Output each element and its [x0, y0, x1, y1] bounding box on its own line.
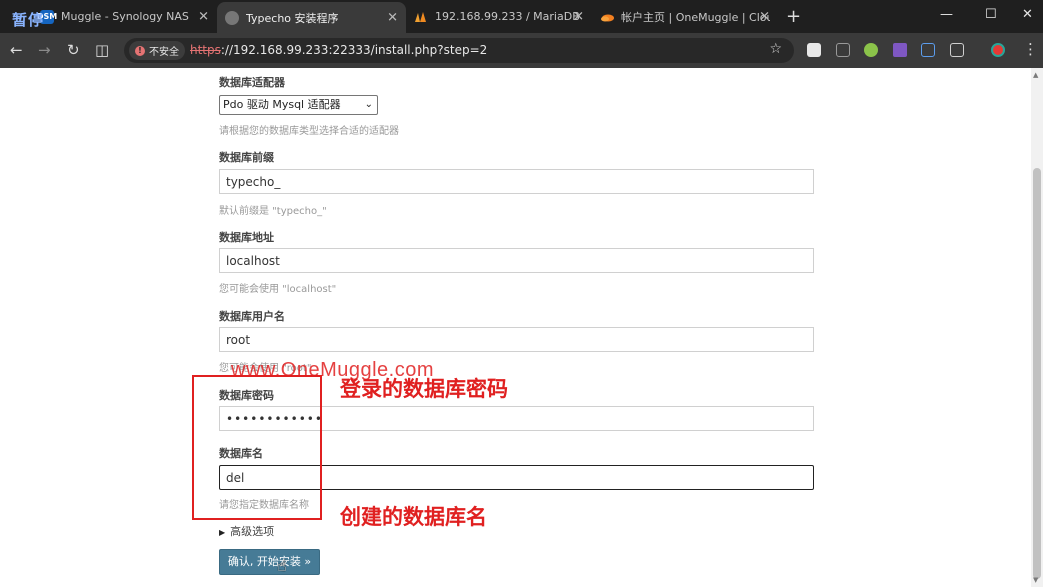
annotation-highlight-box — [192, 375, 322, 520]
scroll-up-arrow-icon[interactable]: ▲ — [1033, 71, 1038, 79]
reload-button[interactable]: ↻ — [67, 41, 80, 59]
tab-label: 帐户主页 | OneMuggle | Clou — [621, 10, 770, 24]
install-page: 数据库适配器 Pdo 驱动 Mysql 适配器 ⌄ 请根据您的数据库类型选择合适… — [0, 68, 1031, 587]
extension-translate-icon[interactable] — [921, 43, 935, 57]
advanced-options-label: 高级选项 — [230, 525, 275, 538]
page-scrollbar[interactable]: ▲ ▼ — [1031, 68, 1043, 587]
extensions-puzzle-icon[interactable] — [950, 43, 964, 57]
tab-label: Typecho 安装程序 — [246, 11, 339, 25]
url-rest: ://192.168.99.233:22333/install.php?step… — [220, 43, 488, 57]
hand-cursor-icon: ☝ — [277, 556, 287, 575]
host-hint: 您可能会使用 "localhost" — [219, 284, 337, 295]
profile-avatar[interactable] — [991, 43, 1005, 57]
tab-label: Muggle - Synology NAS — [61, 10, 189, 23]
host-label: 数据库地址 — [219, 231, 274, 244]
extension-clipboard-icon[interactable] — [836, 43, 850, 57]
url-text[interactable]: https://192.168.99.233:22333/install.php… — [190, 43, 487, 57]
tab-cloudflare[interactable]: 帐户主页 | OneMuggle | Clou ✕ — [592, 4, 778, 29]
user-label: 数据库用户名 — [219, 310, 285, 323]
security-label: 不安全 — [149, 47, 179, 58]
adapter-selected-value: Pdo 驱动 Mysql 适配器 — [223, 98, 341, 111]
forward-button[interactable]: → — [38, 41, 51, 59]
prefix-hint: 默认前缀是 "typecho_" — [219, 206, 327, 217]
back-button[interactable]: ← — [10, 41, 23, 59]
advanced-options-toggle[interactable]: ▶ 高级选项 — [219, 523, 274, 539]
menu-kebab-icon[interactable]: ⋮ — [1023, 40, 1038, 58]
bookmark-star-icon[interactable]: ☆ — [769, 41, 782, 57]
phpmyadmin-icon — [414, 10, 428, 24]
cloudflare-icon — [600, 10, 614, 24]
annotation-dbname-note: 创建的数据库名 — [340, 505, 487, 529]
close-icon[interactable]: ✕ — [573, 9, 584, 24]
scrollbar-thumb[interactable] — [1033, 168, 1041, 579]
warning-icon: ! — [135, 45, 145, 56]
extension-green-icon[interactable] — [864, 43, 878, 57]
close-icon[interactable]: ✕ — [759, 9, 770, 24]
prefix-input[interactable] — [219, 169, 814, 194]
adapter-hint: 请根据您的数据库类型选择合适的适配器 — [219, 126, 399, 137]
host-input[interactable] — [219, 248, 814, 273]
split-view-icon[interactable]: ◫ — [95, 41, 109, 59]
maximize-button[interactable]: ☐ — [985, 7, 997, 22]
user-input[interactable] — [219, 327, 814, 352]
scroll-down-arrow-icon[interactable]: ▼ — [1033, 576, 1038, 584]
tab-strip: DSM Muggle - Synology NAS ✕ Typecho 安装程序… — [0, 0, 1043, 33]
security-indicator[interactable]: ! 不安全 — [129, 41, 185, 60]
triangle-right-icon: ▶ — [219, 528, 226, 537]
adapter-select[interactable]: Pdo 驱动 Mysql 适配器 ⌄ — [219, 95, 378, 115]
start-install-button[interactable]: 确认, 开始安装 » — [219, 549, 320, 575]
extension-card-icon[interactable] — [807, 43, 821, 57]
paused-overlay-label: 暂停 — [12, 11, 45, 29]
chevron-down-icon: ⌄ — [364, 99, 373, 110]
annotation-password-note: 登录的数据库密码 — [340, 377, 508, 401]
browser-toolbar: ← → ↻ ◫ ! 不安全 https://192.168.99.233:223… — [0, 33, 1043, 68]
tab-label: 192.168.99.233 / MariaDB 10 — [435, 10, 584, 23]
minimize-button[interactable]: — — [940, 7, 953, 22]
adapter-label: 数据库适配器 — [219, 76, 285, 89]
close-window-button[interactable]: ✕ — [1022, 7, 1033, 22]
close-icon[interactable]: ✕ — [198, 9, 209, 24]
prefix-label: 数据库前缀 — [219, 151, 274, 164]
address-bar[interactable]: ! 不安全 https://192.168.99.233:22333/insta… — [124, 38, 794, 63]
tab-phpmyadmin[interactable]: 192.168.99.233 / MariaDB 10 ✕ — [406, 4, 592, 29]
globe-icon — [225, 10, 239, 25]
new-tab-button[interactable]: + — [786, 6, 801, 27]
close-icon[interactable]: ✕ — [387, 10, 398, 25]
tab-typecho[interactable]: Typecho 安装程序 ✕ — [217, 2, 406, 33]
tab-synology[interactable]: DSM Muggle - Synology NAS ✕ — [32, 4, 217, 29]
url-scheme: https — [190, 43, 221, 57]
extension-purple-icon[interactable] — [893, 43, 907, 57]
